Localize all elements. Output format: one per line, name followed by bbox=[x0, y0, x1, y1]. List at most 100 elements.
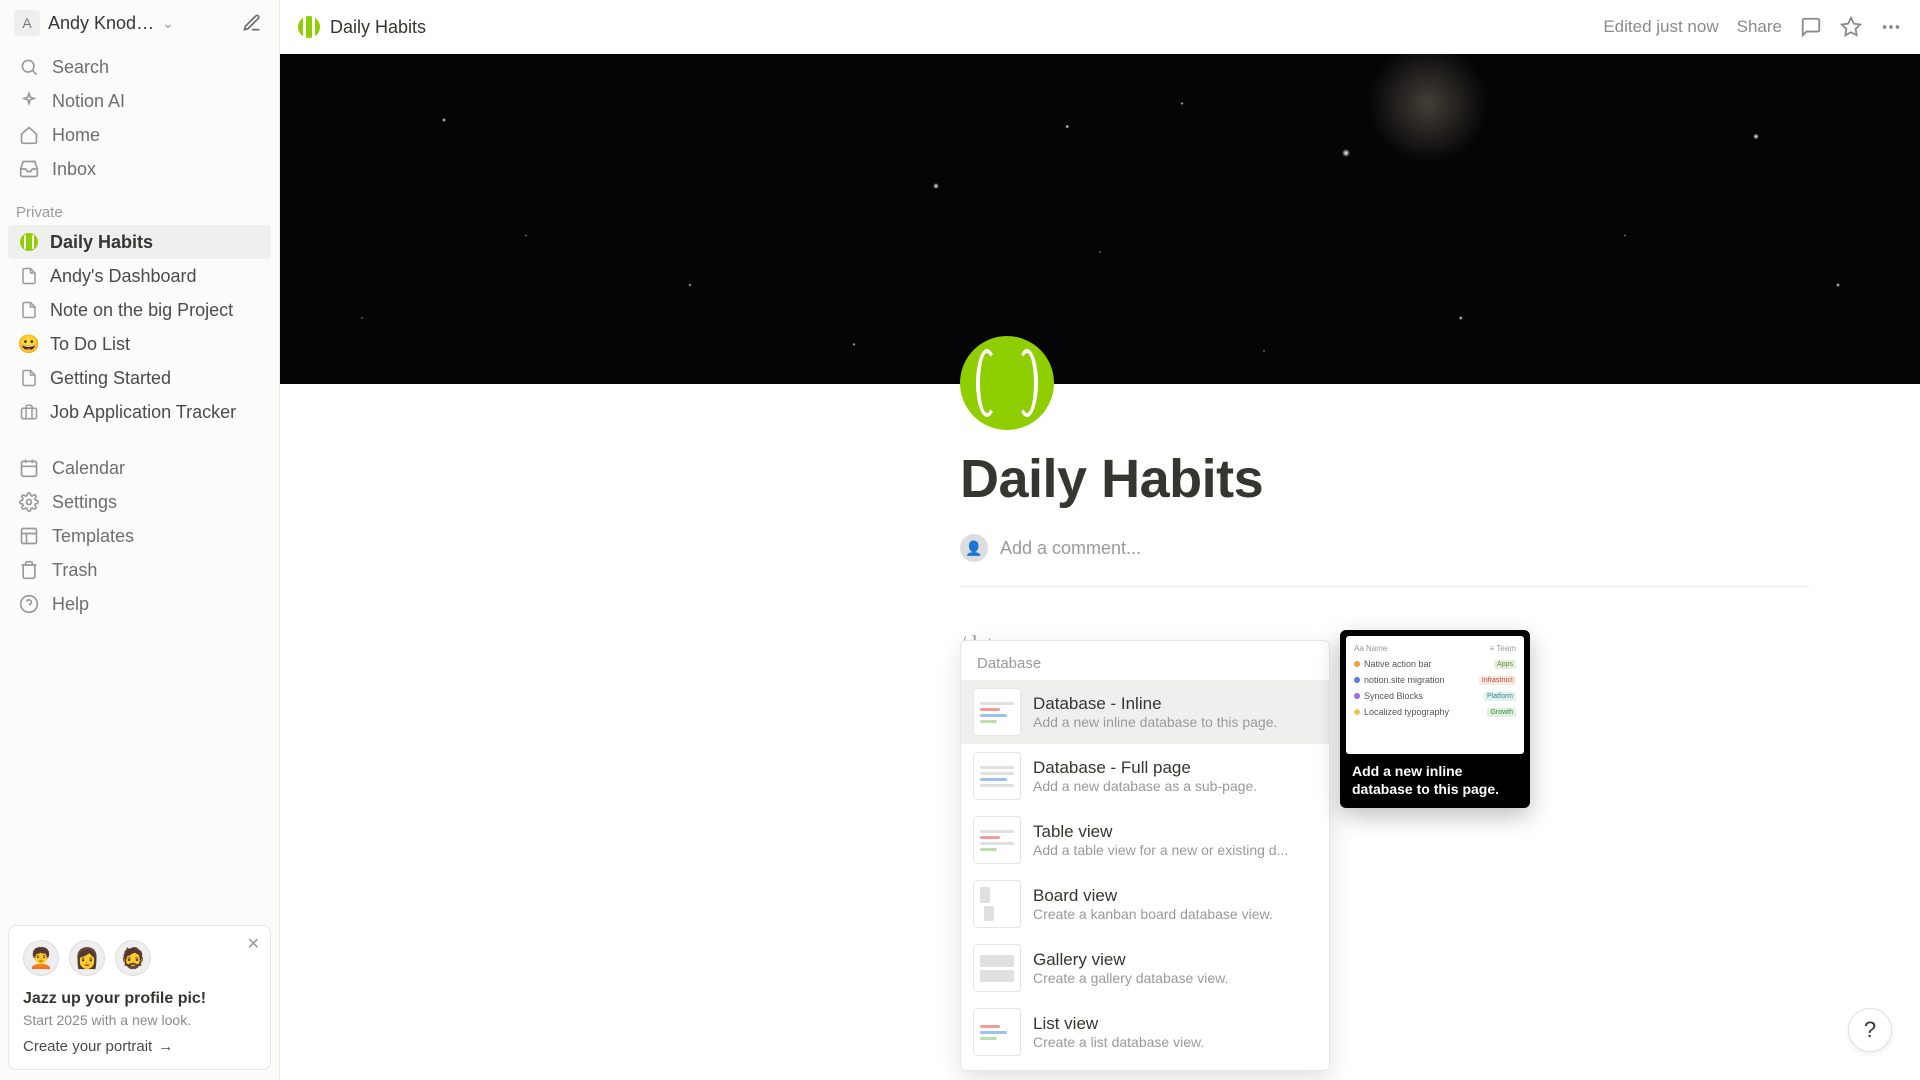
chevron-down-icon: ⌄ bbox=[162, 15, 174, 32]
comment-icon[interactable] bbox=[1800, 16, 1822, 38]
slash-item-desc: Add a new database as a sub-page. bbox=[1033, 778, 1257, 794]
promo-avatars: 🧑‍🦱 👩 🧔 bbox=[23, 940, 256, 976]
nav-templates[interactable]: Templates bbox=[8, 519, 271, 553]
slash-item-desc: Create a kanban board database view. bbox=[1033, 906, 1273, 922]
slash-preview-tooltip: Aa Name≡ Team Native action barAppsnotio… bbox=[1340, 630, 1530, 808]
promo-cta[interactable]: Create your portrait → bbox=[23, 1038, 256, 1055]
slash-section-label: Database bbox=[961, 651, 1329, 680]
slash-item-list-view[interactable]: List view Create a list database view. bbox=[961, 1000, 1329, 1064]
cover-image[interactable] bbox=[280, 54, 1920, 384]
comment-row[interactable]: 👤 Add a comment... bbox=[960, 534, 1810, 562]
nav-label: Help bbox=[52, 594, 89, 615]
search-icon bbox=[18, 56, 40, 78]
nav-trash[interactable]: Trash bbox=[8, 553, 271, 587]
avatar: 🧔 bbox=[115, 940, 151, 976]
nav-search[interactable]: Search bbox=[8, 50, 271, 84]
preview-image: Aa Name≡ Team Native action barAppsnotio… bbox=[1346, 636, 1524, 754]
inbox-icon bbox=[18, 158, 40, 180]
promo-card: ✕ 🧑‍🦱 👩 🧔 Jazz up your profile pic! Star… bbox=[8, 925, 271, 1070]
workspace-switcher[interactable]: A Andy Knod… ⌄ bbox=[0, 0, 279, 46]
nav-home[interactable]: Home bbox=[8, 118, 271, 152]
nav-secondary: Calendar Settings Templates Trash Help bbox=[0, 447, 279, 625]
avatar: 👩 bbox=[69, 940, 105, 976]
emoji-smile-icon: 😀 bbox=[18, 333, 40, 355]
slash-item-database-inline[interactable]: Database - Inline Add a new inline datab… bbox=[961, 680, 1329, 744]
nav-label: Search bbox=[52, 57, 109, 78]
edit-icon bbox=[242, 13, 262, 33]
help-float-button[interactable]: ? bbox=[1848, 1008, 1892, 1052]
page-title[interactable]: Daily Habits bbox=[960, 384, 1810, 510]
close-icon[interactable]: ✕ bbox=[247, 934, 260, 954]
sparkle-icon bbox=[18, 90, 40, 112]
slash-item-board-view[interactable]: Board view Create a kanban board databas… bbox=[961, 872, 1329, 936]
nav-label: Calendar bbox=[52, 458, 125, 479]
slash-item-title: Gallery view bbox=[1033, 950, 1228, 970]
main: Daily Habits Edited just now Share Daily… bbox=[280, 0, 1920, 1080]
gear-icon bbox=[18, 491, 40, 513]
topbar: Daily Habits Edited just now Share bbox=[280, 0, 1920, 54]
breadcrumb-title[interactable]: Daily Habits bbox=[330, 17, 426, 38]
page-item-todo[interactable]: 😀 To Do List bbox=[8, 327, 271, 361]
thumbnail-icon bbox=[973, 688, 1021, 736]
page-label: Job Application Tracker bbox=[50, 402, 236, 423]
slash-item-title: Database - Full page bbox=[1033, 758, 1257, 778]
more-icon[interactable] bbox=[1880, 16, 1902, 38]
arrow-right-icon: → bbox=[158, 1038, 173, 1055]
section-private-label: Private bbox=[0, 190, 279, 225]
workspace-avatar: A bbox=[14, 10, 40, 36]
page-item-job-tracker[interactable]: Job Application Tracker bbox=[8, 395, 271, 429]
page-item-daily-habits[interactable]: Daily Habits bbox=[8, 225, 271, 259]
star-icon[interactable] bbox=[1840, 16, 1862, 38]
help-icon bbox=[18, 593, 40, 615]
promo-cta-label: Create your portrait bbox=[23, 1038, 152, 1055]
nav-label: Templates bbox=[52, 526, 134, 547]
share-button[interactable]: Share bbox=[1737, 17, 1782, 37]
promo-subtitle: Start 2025 with a new look. bbox=[23, 1012, 256, 1028]
tennis-icon bbox=[18, 231, 40, 253]
comment-placeholder: Add a comment... bbox=[1000, 538, 1141, 559]
home-icon bbox=[18, 124, 40, 146]
slash-item-database-fullpage[interactable]: Database - Full page Add a new database … bbox=[961, 744, 1329, 808]
document-icon bbox=[18, 367, 40, 389]
slash-menu: Database Database - Inline Add a new inl… bbox=[960, 640, 1330, 1071]
slash-item-title: Table view bbox=[1033, 822, 1288, 842]
thumbnail-icon bbox=[973, 1008, 1021, 1056]
divider bbox=[960, 586, 1810, 587]
edited-label: Edited just now bbox=[1603, 17, 1718, 37]
slash-item-title: Database - Inline bbox=[1033, 694, 1277, 714]
nav-settings[interactable]: Settings bbox=[8, 485, 271, 519]
nav-ai[interactable]: Notion AI bbox=[8, 84, 271, 118]
thumbnail-icon bbox=[973, 944, 1021, 992]
nav-label: Home bbox=[52, 125, 100, 146]
briefcase-icon bbox=[18, 401, 40, 423]
nav-label: Settings bbox=[52, 492, 117, 513]
document-icon bbox=[18, 299, 40, 321]
nav-help[interactable]: Help bbox=[8, 587, 271, 621]
nav-calendar[interactable]: Calendar bbox=[8, 451, 271, 485]
avatar: 👤 bbox=[960, 534, 988, 562]
slash-item-table-view[interactable]: Table view Add a table view for a new or… bbox=[961, 808, 1329, 872]
promo-title: Jazz up your profile pic! bbox=[23, 990, 256, 1008]
page-item-dashboard[interactable]: Andy's Dashboard bbox=[8, 259, 271, 293]
page-item-getting-started[interactable]: Getting Started bbox=[8, 361, 271, 395]
preview-caption: Add a new inline database to this page. bbox=[1346, 754, 1524, 802]
document-icon bbox=[18, 265, 40, 287]
page-label: Andy's Dashboard bbox=[50, 266, 197, 287]
trash-icon bbox=[18, 559, 40, 581]
page-list: Daily Habits Andy's Dashboard Note on th… bbox=[0, 225, 279, 429]
slash-item-desc: Create a list database view. bbox=[1033, 1034, 1204, 1050]
slash-item-gallery-view[interactable]: Gallery view Create a gallery database v… bbox=[961, 936, 1329, 1000]
nav-label: Inbox bbox=[52, 159, 96, 180]
nav-label: Trash bbox=[52, 560, 97, 581]
nav-primary: Search Notion AI Home Inbox bbox=[0, 46, 279, 190]
slash-item-desc: Add a new inline database to this page. bbox=[1033, 714, 1277, 730]
nav-label: Notion AI bbox=[52, 91, 125, 112]
page-item-note[interactable]: Note on the big Project bbox=[8, 293, 271, 327]
slash-item-title: List view bbox=[1033, 1014, 1204, 1034]
avatar: 🧑‍🦱 bbox=[23, 940, 59, 976]
slash-item-desc: Create a gallery database view. bbox=[1033, 970, 1228, 986]
new-page-button[interactable] bbox=[239, 10, 265, 36]
nav-inbox[interactable]: Inbox bbox=[8, 152, 271, 186]
page-icon[interactable] bbox=[960, 336, 1054, 430]
slash-item-title: Board view bbox=[1033, 886, 1273, 906]
